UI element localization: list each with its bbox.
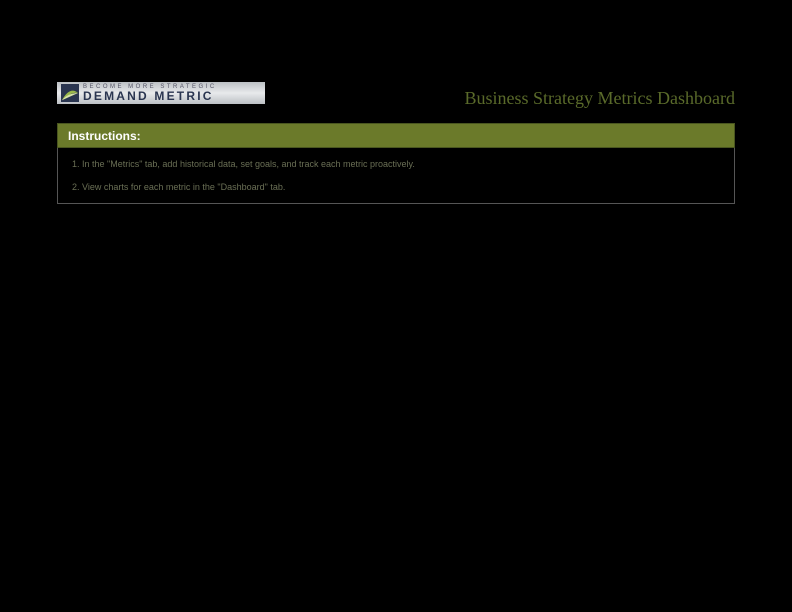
instruction-line: 1. In the "Metrics" tab, add historical … — [72, 158, 720, 171]
instructions-header-bar: Instructions: — [57, 123, 735, 148]
instruction-line: 2. View charts for each metric in the "D… — [72, 181, 720, 194]
page-title: Business Strategy Metrics Dashboard — [465, 88, 735, 109]
instructions-body: 1. In the "Metrics" tab, add historical … — [57, 148, 735, 204]
logo-text-block: Become More Strategic Demand Metric — [83, 84, 261, 102]
logo-brand: Demand Metric — [83, 90, 261, 102]
instructions-header-label: Instructions: — [68, 129, 141, 143]
logo-swoosh-icon — [61, 84, 79, 102]
page: Become More Strategic Demand Metric Busi… — [0, 0, 792, 612]
brand-logo: Become More Strategic Demand Metric — [57, 82, 265, 104]
